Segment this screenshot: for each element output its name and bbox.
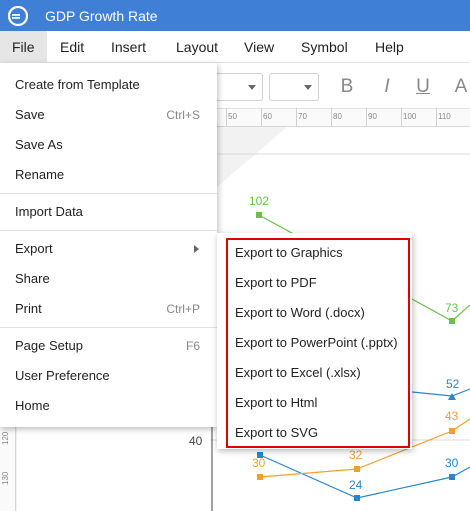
orange-data-label: 32: [349, 448, 363, 462]
ruler-label: 70: [298, 112, 307, 121]
menu-item-import-data[interactable]: Import Data: [0, 197, 217, 227]
blue-point: [448, 393, 456, 400]
ruler-label: 110: [438, 112, 451, 121]
green-data-label: 102: [249, 194, 269, 208]
underline-icon[interactable]: U: [410, 73, 436, 101]
ruler-label: 120: [1, 431, 10, 445]
menu-item-save-as[interactable]: Save As: [0, 130, 217, 160]
submenu-item-export-html[interactable]: Export to Html: [217, 388, 412, 418]
ruler-tick: [261, 108, 262, 126]
chevron-down-icon: [304, 85, 312, 90]
ruler-label: 130: [1, 471, 10, 485]
green-data-label: 73: [445, 301, 459, 315]
menu-item-label: Home: [15, 398, 50, 413]
app-logo-icon[interactable]: [8, 5, 28, 26]
menu-insert[interactable]: Insert: [111, 31, 146, 63]
page-shadow: [217, 127, 287, 187]
ruler-label: 80: [333, 112, 342, 121]
menu-item-user-preference[interactable]: User Preference: [0, 361, 217, 391]
menu-item-label: Import Data: [15, 204, 83, 219]
menu-bar: File Edit Insert Layout View Symbol Help: [0, 31, 470, 63]
font-color-icon[interactable]: A: [448, 73, 470, 101]
menu-view[interactable]: View: [244, 31, 274, 63]
submenu-item-export-svg[interactable]: Export to SVG: [217, 418, 412, 448]
bold-icon[interactable]: B: [334, 73, 360, 101]
menu-item-label: Print: [15, 301, 42, 316]
submenu-item-export-graphics[interactable]: Export to Graphics: [217, 238, 412, 268]
ruler-tick: [296, 108, 297, 126]
menu-item-create-from-template[interactable]: Create from Template: [0, 70, 217, 100]
ruler-label: 90: [368, 112, 377, 121]
menu-item-label: Save As: [15, 137, 63, 152]
menu-file[interactable]: File: [0, 31, 47, 63]
orange-point: [257, 474, 263, 480]
document-title: GDP Growth Rate: [45, 7, 158, 24]
orange-data-label: 30: [252, 456, 266, 470]
shortcut-label: Ctrl+S: [166, 108, 200, 122]
menu-item-page-setup[interactable]: Page Setup F6: [0, 331, 217, 361]
ruler-label: 50: [228, 112, 237, 121]
blue-series-line: [259, 454, 470, 499]
ruler-label: 60: [263, 112, 272, 121]
menu-item-export[interactable]: Export: [0, 234, 217, 264]
title-bar: GDP Growth Rate: [0, 0, 470, 31]
ruler-tick: [331, 108, 332, 126]
y-tick-label: 40: [189, 434, 203, 448]
menu-item-print[interactable]: Print Ctrl+P: [0, 294, 217, 324]
shortcut-label: F6: [185, 339, 200, 353]
orange-point: [449, 428, 455, 434]
menu-layout[interactable]: Layout: [176, 31, 218, 63]
green-point: [449, 318, 455, 324]
ruler-tick: [401, 108, 402, 126]
file-menu-dropdown: Create from Template Save Ctrl+S Save As…: [0, 63, 217, 427]
green-point: [256, 212, 262, 218]
menu-item-label: Create from Template: [15, 77, 140, 92]
blue-data-label: 30: [445, 456, 459, 470]
blue-data-label: 52: [446, 377, 460, 391]
blue-point: [449, 474, 455, 480]
menu-item-label: Save: [15, 107, 45, 122]
menu-item-home[interactable]: Home: [0, 391, 217, 421]
menu-item-share[interactable]: Share: [0, 264, 217, 294]
menu-item-label: Export: [15, 241, 53, 256]
menu-item-label: User Preference: [15, 368, 110, 383]
chevron-right-icon: [194, 245, 199, 253]
ruler-tick: [226, 108, 227, 126]
chevron-down-icon: [248, 85, 256, 90]
menu-divider: [0, 193, 217, 194]
orange-point: [354, 466, 360, 472]
menu-item-label: Rename: [15, 167, 65, 182]
italic-icon[interactable]: I: [374, 73, 400, 101]
menu-item-label: Share: [15, 271, 50, 286]
ruler-label: 100: [403, 112, 417, 121]
menu-edit[interactable]: Edit: [60, 31, 84, 63]
submenu-item-export-powerpoint[interactable]: Export to PowerPoint (.pptx): [217, 328, 412, 358]
orange-data-label: 43: [445, 409, 459, 423]
submenu-item-export-word[interactable]: Export to Word (.docx): [217, 298, 412, 328]
export-submenu: Export to Graphics Export to PDF Export …: [217, 233, 412, 449]
menu-item-save[interactable]: Save Ctrl+S: [0, 100, 217, 130]
menu-help[interactable]: Help: [375, 31, 404, 63]
shortcut-label: Ctrl+P: [166, 302, 200, 316]
ruler-tick: [436, 108, 437, 126]
submenu-item-export-excel[interactable]: Export to Excel (.xlsx): [217, 358, 412, 388]
menu-divider: [0, 327, 217, 328]
menu-item-label: Page Setup: [15, 338, 83, 353]
menu-divider: [0, 230, 217, 231]
ruler-tick: [366, 108, 367, 126]
blue-data-label: 24: [349, 478, 363, 492]
menu-item-rename[interactable]: Rename: [0, 160, 217, 190]
blue-point: [354, 495, 360, 501]
menu-symbol[interactable]: Symbol: [301, 31, 348, 63]
font-size-select[interactable]: [269, 73, 319, 101]
submenu-item-export-pdf[interactable]: Export to PDF: [217, 268, 412, 298]
